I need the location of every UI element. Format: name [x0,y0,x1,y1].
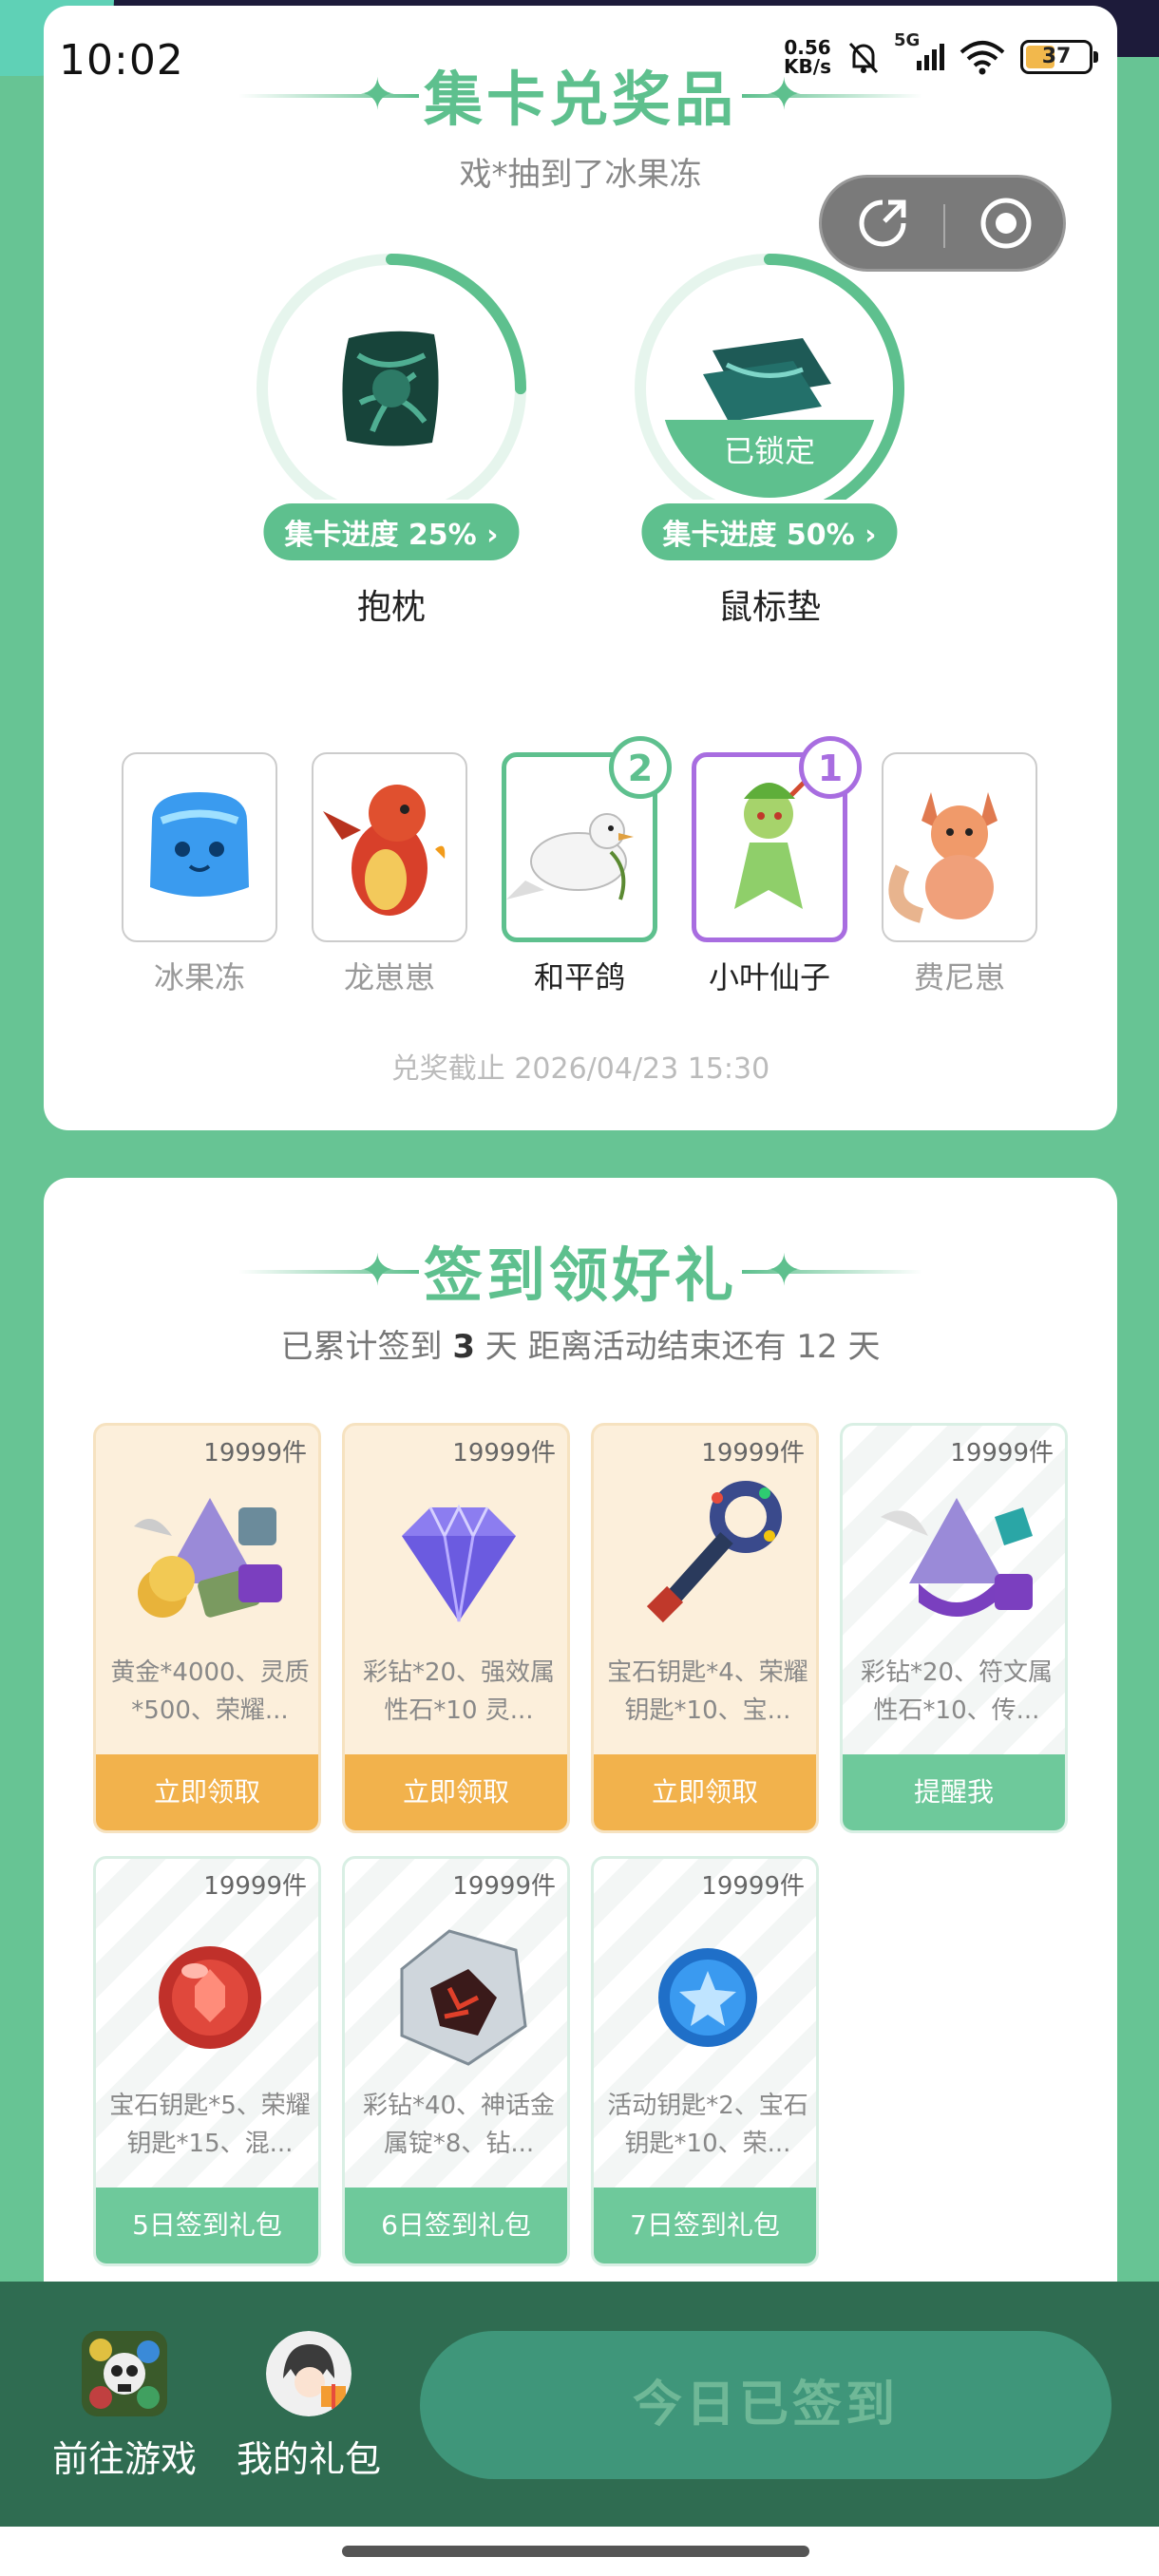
character-card[interactable]: 1 小叶仙子 [692,736,862,997]
signin-card: ✦ 签到领好礼 ✦ 已累计签到 3 天 距离活动结束还有 12 天 19999件… [44,1178,1117,2318]
target-icon [980,198,1032,249]
character-cards: 冰果冻 龙崽崽 2 和平鸽 1 小叶仙子 费尼崽 [122,736,1072,999]
signed-today-button[interactable]: 今日已签到 [420,2331,1112,2479]
character-card[interactable]: 费尼崽 [882,752,1037,997]
progress-pill[interactable]: 集卡进度 50% › [637,500,902,564]
deadline-text: 兑奖截止 2026/04/23 15:30 [390,1052,770,1086]
signin-title: 签到领好礼 [423,1241,737,1310]
chevron-right-icon: › [486,519,499,552]
home-indicator-bar [0,2527,1159,2576]
diamond-image [402,1504,516,1622]
gift-day-7: 19999件 活动钥匙*2、宝石钥匙*10、荣... 7日签到礼包 [591,1856,819,2266]
count-badge: 1 [799,736,862,799]
signin-summary: 已累计签到 3 天 距离活动结束还有 12 天 [280,1328,881,1366]
character-card[interactable]: 冰果冻 [122,752,277,997]
prize-name: 鼠标垫 [717,588,821,627]
day-gift-button[interactable]: 7日签到礼包 [594,2188,816,2263]
mousepad-image: 已锁定 [660,279,879,498]
sparkle-icon: ✦ [766,68,807,120]
claim-button[interactable]: 立即领取 [96,1754,318,1830]
remind-button[interactable]: 提醒我 [843,1754,1065,1830]
sparkle-icon: ✦ [766,1244,807,1296]
game-skull-icon [82,2331,167,2416]
prize-name: 抱枕 [356,588,426,627]
gift-day-3: 19999件 宝石钥匙*4、荣耀钥匙*10、宝... 立即领取 [591,1423,819,1833]
gift-day-4: 19999件 彩钻*20、符文属性石*10、传... 提醒我 [840,1423,1068,1833]
sparkle-icon: ✦ [359,68,400,120]
collect-title-wrap: ✦ 集卡兑奖品 ✦ [44,51,1117,137]
gem-key-image [646,1481,782,1623]
ruby-orb-image [159,1946,261,2049]
locked-band: 已锁定 [660,420,879,498]
dragon-image [323,785,446,916]
gift-day-1: 19999件 黄金*4000、灵质*500、荣耀... 立即领取 [93,1423,321,1833]
signin-title-wrap: ✦ 签到领好礼 ✦ [44,1227,1117,1313]
day-gift-button[interactable]: 5日签到礼包 [96,2188,318,2263]
chevron-right-icon: › [864,519,877,552]
character-card[interactable]: 龙崽崽 [312,752,467,997]
character-card[interactable]: 2 和平鸽 [502,736,672,997]
fox-image [888,792,998,923]
close-miniapp-button[interactable] [945,178,1067,269]
collect-title: 集卡兑奖品 [423,65,737,134]
gift-day-2: 19999件 彩钻*20、强效属性石*10 灵... 立即领取 [342,1423,570,1833]
share-icon [859,199,906,247]
home-indicator[interactable] [342,2546,809,2557]
claim-button[interactable]: 立即领取 [345,1754,567,1830]
gift-day-5: 19999件 宝石钥匙*5、荣耀钥匙*15、混... 5日签到礼包 [93,1856,321,2266]
day-gift-button[interactable]: 6日签到礼包 [345,2188,567,2263]
go-game-button[interactable]: 前往游戏 [34,2331,215,2482]
progress-pill[interactable]: 集卡进度 25% › [259,500,523,564]
gift-day-6: 19999件 彩钻*40、神话金属锭*8、钻... 6日签到礼包 [342,1856,570,2266]
my-gifts-button[interactable]: 我的礼包 [218,2331,399,2482]
prize-mousepad[interactable]: 已锁定 集卡进度 50% › 鼠标垫 [627,251,912,629]
bottom-bar: 前往游戏 我的礼包 今日已签到 [0,2282,1159,2527]
pillow-image [282,279,501,498]
prize-pillow[interactable]: 集卡进度 25% › 抱枕 [249,251,534,629]
count-badge: 2 [609,736,672,799]
gold-bundle-image [134,1498,282,1618]
claim-button[interactable]: 立即领取 [594,1754,816,1830]
crystal-bundle-image [881,1498,1033,1617]
share-button[interactable] [822,178,943,269]
ore-bundle-image [400,1929,527,2066]
ice-jelly-image [150,792,249,897]
avatar-gift-icon [266,2331,352,2416]
star-orb-image [658,1948,757,2047]
sparkle-icon: ✦ [359,1244,400,1296]
miniapp-capsule [819,175,1066,272]
